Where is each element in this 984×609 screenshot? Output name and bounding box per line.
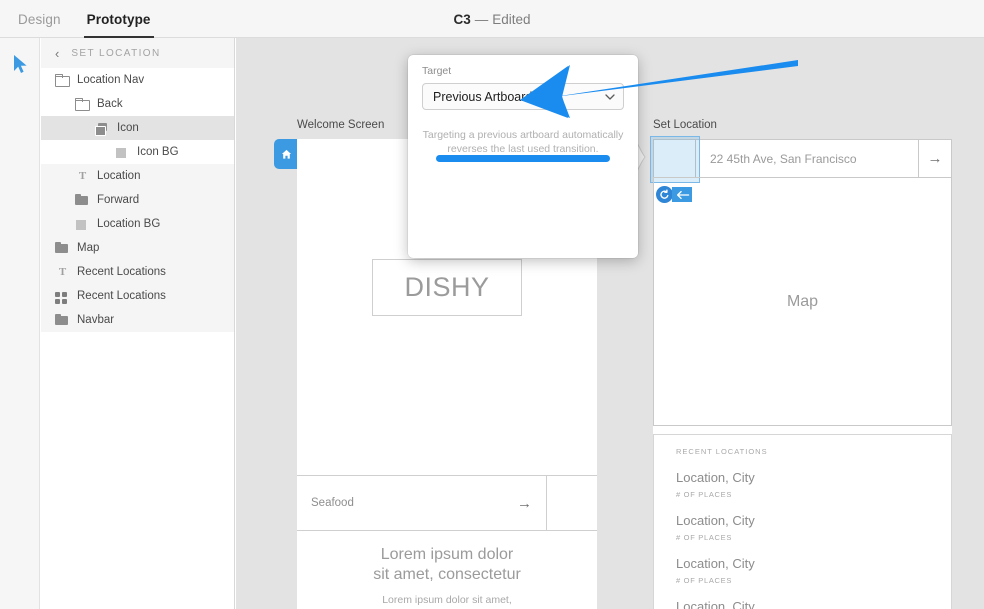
document-state: Edited [492,11,531,27]
lorem-heading-line-1: Lorem ipsum dolor [380,546,514,563]
selection-highlight [650,136,700,183]
home-icon[interactable] [274,139,298,169]
layer-label: Navbar [77,314,115,326]
layer-row-location-nav[interactable]: Location Nav [41,68,234,92]
recent-locations-header: RECENT LOCATIONS [676,447,768,456]
layer-label: Location Nav [77,74,145,86]
layer-label: Back [97,98,123,110]
list-item-title: Location, City [676,470,755,485]
layers-panel-title: SET LOCATION [71,47,161,59]
list-item-title: Location, City [676,556,755,571]
list-item[interactable]: Location, City # OF PLACES [654,499,951,542]
tool-rail [0,38,40,609]
document-title: C3 — Edited [0,0,984,38]
folder-filled-icon [75,193,90,208]
layer-label: Recent Locations [77,290,166,302]
welcome-body-copy: Lorem ipsum dolor sit amet, consectetur … [297,545,597,609]
rectangle-icon [115,145,130,160]
layer-label: Forward [97,194,140,206]
address-input[interactable]: 22 45th Ave, San Francisco [696,140,918,177]
layer-row-location-bg[interactable]: Location BG [41,212,234,236]
welcome-search-extra-cell [547,476,597,530]
lorem-heading-line-2: sit amet, consectetur [373,566,521,583]
list-item[interactable]: Location, City # OF PLACES [654,585,951,609]
list-item[interactable]: Location, City # OF PLACES [654,542,951,585]
folder-icon [55,73,70,88]
rectangle-icon [75,217,90,232]
target-hint-text: Targeting a previous artboard automatica… [422,129,624,155]
artboard-label-welcome-screen[interactable]: Welcome Screen [297,119,384,131]
set-location-back-button[interactable] [650,136,700,203]
list-item[interactable]: Location, City # OF PLACES [654,456,951,499]
layer-row-forward[interactable]: Forward [41,188,234,212]
layer-label: Map [77,242,100,254]
layer-row-navbar[interactable]: Navbar [41,308,234,332]
title-dash: — [474,11,489,27]
top-toolbar: Design Prototype C3 — Edited [0,0,984,38]
layer-label: Recent Locations [77,266,166,278]
list-item-subtitle: # OF PLACES [676,490,733,499]
annotation-arrow-icon [498,52,798,122]
document-name: C3 [453,11,471,27]
layer-row-icon[interactable]: Icon [41,116,234,140]
list-item-subtitle: # OF PLACES [676,533,733,542]
welcome-search-value: Seafood [311,497,354,509]
address-submit-arrow-icon[interactable]: → [918,140,951,177]
symbol-icon [95,121,110,136]
text-icon: T [78,169,87,182]
arrow-right-icon[interactable]: → [517,495,532,512]
app-window: Design Prototype C3 — Edited ‹ SET LOCAT… [0,0,984,609]
layer-row-icon-bg[interactable]: Icon BG [41,140,234,164]
map-placeholder[interactable]: Map [653,177,952,426]
folder-icon [75,97,90,112]
cursor-arrow-icon[interactable] [13,54,29,74]
layers-panel: ‹ SET LOCATION Location Nav Back Icon Ic… [41,38,235,609]
artboard-set-location[interactable]: 22 45th Ave, San Francisco → Map RECENT … [650,136,952,609]
list-item-title: Location, City [676,513,755,528]
layer-row-recent-locations-symbol[interactable]: Recent Locations [41,284,234,308]
folder-filled-icon [55,313,70,328]
welcome-search-input[interactable]: Seafood → [297,476,547,530]
layer-label: Icon BG [137,146,179,158]
set-location-navbar: 22 45th Ave, San Francisco → [650,136,952,203]
back-chevron-icon[interactable]: ‹ [55,47,59,60]
text-icon: T [58,265,67,278]
layer-row-location[interactable]: T Location [41,164,234,188]
recent-locations-list: RECENT LOCATIONS Location, City # OF PLA… [653,434,952,609]
lorem-sub-line-1: Lorem ipsum dolor sit amet, [382,594,512,606]
list-item-title: Location, City [676,599,755,609]
welcome-search-row[interactable]: Seafood → [297,475,597,531]
folder-filled-icon [55,241,70,256]
layers-breadcrumb[interactable]: ‹ SET LOCATION [41,38,234,68]
layer-label: Location [97,170,141,182]
grid-icon [55,289,70,304]
layer-row-recent-locations-text[interactable]: T Recent Locations [41,260,234,284]
app-logo: DISHY [372,259,522,316]
transition-progress-bar[interactable] [436,155,610,162]
layer-row-map[interactable]: Map [41,236,234,260]
layer-label: Location BG [97,218,161,230]
list-item-subtitle: # OF PLACES [676,576,733,585]
layer-label: Icon [117,122,139,134]
layer-row-back[interactable]: Back [41,92,234,116]
